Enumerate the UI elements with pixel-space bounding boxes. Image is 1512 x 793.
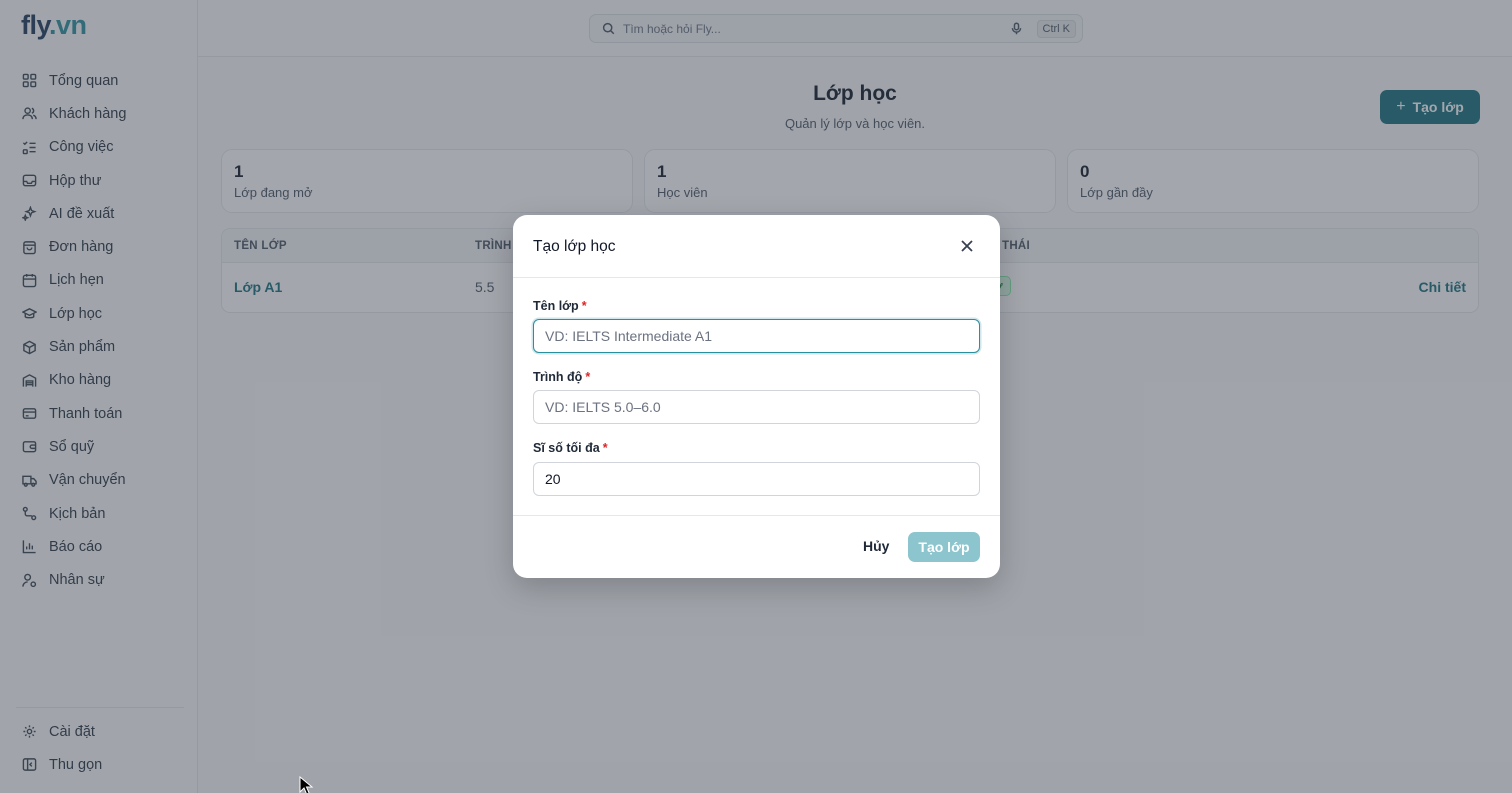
dialog-footer: Hủy Tạo lớp: [513, 515, 1000, 578]
create-class-dialog: Tạo lớp học Tên lớp* Trình độ* Sĩ số tối…: [513, 215, 1000, 578]
required-mark: *: [581, 299, 587, 313]
mouse-cursor-icon: [299, 776, 314, 793]
submit-create-button[interactable]: Tạo lớp: [908, 532, 980, 562]
close-icon: [961, 240, 973, 252]
dialog-title: Tạo lớp học: [533, 238, 616, 255]
level-input[interactable]: [533, 390, 980, 424]
required-mark: *: [602, 441, 608, 455]
close-button[interactable]: [960, 239, 974, 253]
label-text: Sĩ số tối đa: [533, 441, 600, 455]
capacity-label: Sĩ số tối đa *: [533, 441, 608, 455]
cancel-button[interactable]: Hủy: [863, 538, 889, 554]
class-name-label: Tên lớp *: [533, 299, 587, 313]
class-name-input[interactable]: [533, 319, 980, 353]
required-mark: *: [585, 370, 591, 384]
label-text: Trình độ: [533, 370, 583, 384]
capacity-input[interactable]: [533, 462, 980, 496]
level-label: Trình độ *: [533, 370, 590, 384]
dialog-header: Tạo lớp học: [513, 215, 1000, 278]
label-text: Tên lớp: [533, 299, 579, 313]
